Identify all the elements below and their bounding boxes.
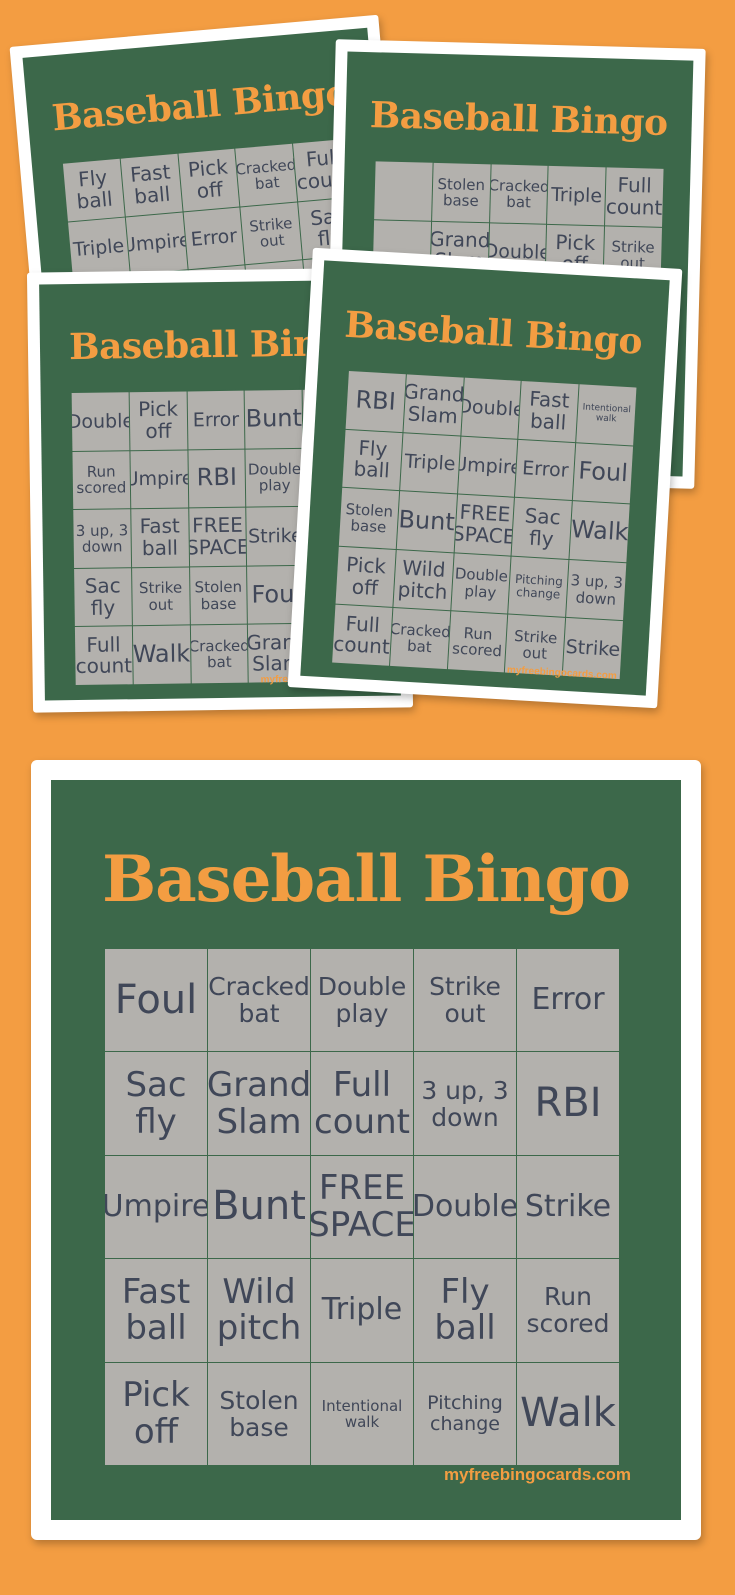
- bingo-cell[interactable]: Fly ball: [62, 158, 125, 222]
- bingo-grid: RBI Grand Slam Double Fast ball Intentional …: [331, 369, 638, 681]
- bingo-cell[interactable]: Pick off: [335, 546, 396, 608]
- bingo-cell[interactable]: Fast ball: [105, 1259, 207, 1362]
- bingo-cell[interactable]: Sac fly: [105, 1052, 207, 1155]
- bingo-cell[interactable]: Umpire: [457, 436, 518, 497]
- bingo-cell[interactable]: Error: [517, 949, 619, 1052]
- bingo-cell[interactable]: Fly ball: [414, 1259, 516, 1362]
- bingo-cell[interactable]: Fast ball: [120, 153, 183, 217]
- card-title: Baseball Bingo: [343, 303, 644, 363]
- bingo-cell[interactable]: Strike: [517, 1155, 619, 1259]
- bingo-cell[interactable]: Double play: [450, 553, 511, 614]
- bingo-cell[interactable]: Fast ball: [131, 508, 189, 568]
- free-space-cell[interactable]: FREE SPACE: [188, 507, 247, 567]
- bingo-cell[interactable]: Intentional walk: [576, 384, 637, 446]
- bingo-cell[interactable]: Double play: [245, 448, 304, 507]
- bingo-cell[interactable]: Pitching change: [414, 1362, 516, 1465]
- bingo-cell[interactable]: Stolen base: [208, 1362, 310, 1465]
- bingo-cell[interactable]: Full count: [605, 167, 664, 227]
- bingo-cell[interactable]: Run scored: [447, 611, 508, 673]
- bingo-cell[interactable]: Sac fly: [74, 568, 132, 627]
- card-title: Baseball Bingo: [50, 71, 351, 140]
- bingo-cell[interactable]: Cracked bat: [208, 949, 310, 1052]
- bingo-cell[interactable]: 3 up, 3 down: [566, 559, 627, 621]
- bingo-cell[interactable]: Cracked bat: [190, 625, 249, 684]
- bingo-cell[interactable]: Wild pitch: [208, 1259, 310, 1362]
- bingo-cell[interactable]: Walk: [569, 501, 630, 563]
- bingo-cell[interactable]: Strike out: [131, 567, 190, 626]
- free-space-cell[interactable]: FREE SPACE: [311, 1155, 413, 1259]
- bingo-cell[interactable]: Stolen base: [431, 162, 491, 222]
- free-space-cell[interactable]: FREE SPACE: [454, 494, 515, 556]
- bingo-cell[interactable]: Grand Slam: [403, 374, 464, 436]
- bingo-cell[interactable]: Sac fly: [511, 497, 572, 559]
- bingo-cell[interactable]: Double: [71, 392, 130, 451]
- bingo-cell[interactable]: Grand Slam: [208, 1052, 310, 1155]
- bingo-cell[interactable]: Strike out: [414, 949, 516, 1052]
- bingo-cell[interactable]: Double: [414, 1155, 516, 1259]
- bingo-cell[interactable]: Stolen base: [189, 566, 248, 625]
- bingo-cell[interactable]: [374, 161, 433, 221]
- bingo-cell[interactable]: Intentional walk: [311, 1362, 413, 1465]
- bingo-cell[interactable]: Run scored: [72, 450, 131, 510]
- bingo-grid: Foul Cracked bat Double play Strike out Erro…: [104, 948, 620, 1466]
- bingo-cell[interactable]: Walk: [517, 1362, 619, 1465]
- card-footer-link[interactable]: myfreebingocards.com: [444, 1465, 631, 1485]
- bingo-card-preview-4[interactable]: Baseball Bingo RBI Grand Slam Double Fast b…: [287, 247, 683, 709]
- bingo-cell[interactable]: Umpire: [105, 1155, 207, 1259]
- bingo-cell[interactable]: Fast ball: [518, 380, 579, 442]
- bingo-cell[interactable]: Double: [461, 377, 522, 439]
- bingo-cell[interactable]: RBI: [188, 449, 246, 508]
- bingo-cell[interactable]: 3 up, 3 down: [73, 509, 131, 568]
- bingo-cell[interactable]: Triple: [547, 165, 606, 225]
- bingo-cell[interactable]: Pick off: [129, 391, 188, 450]
- bingo-card-main: Baseball Bingo Foul Cracked bat Double pla…: [31, 760, 701, 1540]
- bingo-cell[interactable]: Bunt: [396, 491, 457, 553]
- bingo-cell[interactable]: Pitching change: [508, 556, 569, 618]
- bingo-cell[interactable]: RBI: [345, 370, 406, 432]
- bingo-cell[interactable]: RBI: [517, 1052, 619, 1155]
- bingo-cell[interactable]: Cracked bat: [389, 608, 450, 670]
- bingo-cell[interactable]: Cracked bat: [235, 143, 298, 207]
- bingo-cell[interactable]: Umpire: [130, 450, 188, 509]
- bingo-cell[interactable]: Cracked bat: [489, 164, 548, 224]
- card-title: Baseball Bingo: [102, 842, 631, 917]
- bingo-cell[interactable]: Bunt: [245, 389, 303, 449]
- card-panel: Baseball Bingo Foul Cracked bat Double pla…: [51, 780, 681, 1520]
- bingo-cell[interactable]: Run scored: [517, 1259, 619, 1362]
- bingo-cell[interactable]: 3 up, 3 down: [414, 1052, 516, 1155]
- bingo-cell[interactable]: Bunt: [208, 1155, 310, 1259]
- bingo-cell[interactable]: Error: [187, 390, 245, 450]
- bingo-cell[interactable]: Error: [183, 207, 245, 270]
- bingo-cell[interactable]: Umpire: [125, 212, 188, 275]
- card-title: Baseball Bingo: [369, 94, 669, 144]
- bingo-cell[interactable]: Triple: [399, 432, 460, 494]
- bingo-cell[interactable]: Foul: [573, 442, 634, 504]
- bingo-cell[interactable]: Double play: [311, 949, 413, 1052]
- bingo-cell[interactable]: Strike out: [240, 202, 303, 265]
- bingo-cell[interactable]: Pick off: [178, 148, 240, 212]
- bingo-cell[interactable]: Triple: [311, 1259, 413, 1362]
- bingo-cell[interactable]: Full count: [311, 1052, 413, 1155]
- bingo-cell[interactable]: Walk: [132, 625, 191, 685]
- bingo-cell[interactable]: Wild pitch: [393, 549, 454, 611]
- bingo-cell[interactable]: Foul: [105, 949, 207, 1052]
- bingo-cell[interactable]: Fly ball: [342, 429, 403, 491]
- bingo-cell[interactable]: Stolen base: [338, 487, 399, 549]
- bingo-cell[interactable]: Full count: [332, 604, 393, 666]
- bingo-cell[interactable]: Pick off: [105, 1362, 207, 1465]
- bingo-cell[interactable]: Full count: [74, 626, 133, 686]
- bingo-cell[interactable]: Triple: [68, 217, 130, 280]
- bingo-cell[interactable]: Error: [515, 439, 576, 501]
- card-panel: Baseball Bingo RBI Grand Slam Double Fast b…: [300, 260, 670, 696]
